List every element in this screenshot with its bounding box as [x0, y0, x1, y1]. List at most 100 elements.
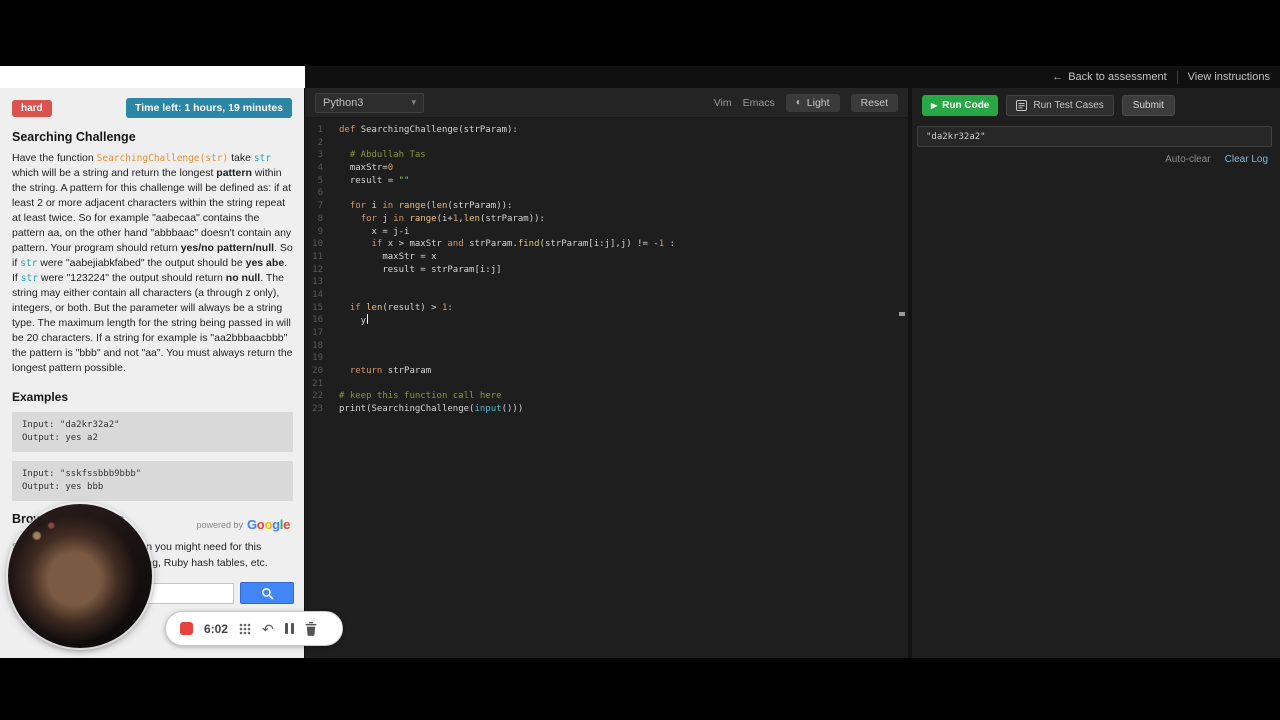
line-number: 6 [317, 188, 323, 199]
code-line-17[interactable]: 17 [305, 327, 896, 340]
line-number: 4 [317, 163, 323, 174]
code-line-18[interactable]: 18 [305, 340, 896, 353]
light-theme-label: Light [806, 96, 830, 109]
code-line-11[interactable]: 11 maxStr = x [305, 251, 896, 264]
pause-recording-button[interactable] [284, 623, 294, 634]
line-number: 21 [312, 378, 323, 389]
view-instructions-link[interactable]: View instructions [1188, 71, 1270, 83]
code-line-21[interactable]: 21 [305, 378, 896, 391]
line-number: 23 [312, 404, 323, 415]
vim-mode-button[interactable]: Vim [714, 97, 732, 109]
example-2-output: Output: yes bbb [22, 482, 104, 492]
challenge-title: Searching Challenge [12, 130, 136, 144]
delete-recording-button[interactable] [305, 621, 317, 636]
code-line-1[interactable]: 1 def SearchingChallenge(strParam): [305, 124, 896, 137]
line-number: 5 [317, 175, 323, 186]
code-line-13[interactable]: 13 [305, 276, 896, 289]
stop-recording-button[interactable] [180, 622, 193, 635]
code-line-12[interactable]: 12 result = strParam[i:j] [305, 264, 896, 277]
powered-by-label: powered by [196, 520, 243, 530]
code-line-9[interactable]: 9 x = j-i [305, 226, 896, 239]
run-test-cases-button[interactable]: Run Test Cases [1006, 95, 1114, 116]
console-output: "da2kr32a2" [917, 126, 1272, 147]
code-line-2[interactable]: 2 [305, 137, 896, 150]
code-line-6[interactable]: 6 [305, 187, 896, 200]
code-line-19[interactable]: 19 [305, 352, 896, 365]
submit-button[interactable]: Submit [1121, 95, 1175, 116]
console-panel: ▶ Run Code Run Test Cases Submit "da2kr3… [912, 88, 1280, 658]
code-line-16[interactable]: 16 y [305, 314, 896, 327]
line-number: 17 [312, 328, 323, 338]
text-cursor [367, 314, 369, 325]
example-1-output: Output: yes a2 [22, 433, 98, 443]
theme-icon: ◐ [795, 97, 802, 108]
code-line-10[interactable]: 10 if x > maxStr and strParam.find(strPa… [305, 238, 896, 251]
trash-icon [305, 621, 317, 636]
run-code-button[interactable]: ▶ Run Code [922, 95, 999, 116]
code-area[interactable]: 1 def SearchingChallenge(strParam): 2 3 # A… [305, 124, 896, 416]
undo-icon[interactable]: ↶ [262, 622, 274, 636]
code-line-20[interactable]: 20 return strParam [305, 365, 896, 378]
clear-log-link[interactable]: Clear Log [1225, 154, 1268, 165]
light-theme-button[interactable]: ◐ Light [785, 93, 840, 112]
challenge-description: Have the function SearchingChallenge(str… [12, 152, 293, 374]
editor-toolbar: Python3 ▾ Vim Emacs ◐ Light Reset [305, 88, 908, 118]
line-number: 15 [312, 302, 323, 313]
back-arrow-icon: ← [1052, 71, 1064, 83]
badges-row: hard Time left: 1 hours, 19 minutes [12, 98, 292, 118]
editor-toolbar-right: Vim Emacs ◐ Light Reset [714, 93, 898, 112]
code-line-8[interactable]: 8 for j in range(i+1,len(strParam)): [305, 213, 896, 226]
language-select-value: Python3 [323, 96, 364, 109]
header-links: ← Back to assessment View instructions [1052, 66, 1270, 88]
example-2-input: Input: "sskfssbbb9bbb" [22, 469, 142, 479]
reset-button[interactable]: Reset [850, 93, 898, 112]
grid-menu-icon[interactable] [239, 623, 251, 635]
line-number: 18 [312, 340, 323, 351]
line-number: 19 [312, 353, 323, 364]
recording-time: 6:02 [204, 621, 229, 636]
time-left-badge: Time left: 1 hours, 19 minutes [125, 98, 292, 118]
chevron-down-icon: ▾ [411, 97, 416, 107]
code-line-15[interactable]: 15 if len(result) > 1: [305, 302, 896, 315]
code-line-3[interactable]: 3 # Abdullah Tas [305, 149, 896, 162]
webcam-preview[interactable] [8, 504, 152, 648]
header-left-spacer [0, 66, 305, 88]
auto-clear-toggle[interactable]: Auto-clear [1165, 154, 1211, 165]
top-black-bar [0, 0, 1280, 66]
header-divider [1176, 70, 1178, 84]
powered-by-google: powered by Google [196, 516, 290, 534]
line-number: 14 [312, 289, 323, 300]
run-test-cases-label: Run Test Cases [1033, 100, 1104, 111]
code-line-7[interactable]: 7 for i in range(len(strParam)): [305, 200, 896, 213]
code-line-14[interactable]: 14 [305, 289, 896, 302]
example-1: Input: "da2kr32a2" Output: yes a2 [12, 412, 293, 452]
example-2: Input: "sskfssbbb9bbb" Output: yes bbb [12, 461, 293, 501]
line-number: 1 [317, 125, 323, 135]
search-icon [261, 587, 274, 600]
line-number: 8 [317, 213, 323, 224]
code-editor[interactable]: Python3 ▾ Vim Emacs ◐ Light Reset 1 def S… [305, 88, 908, 658]
line-number: 3 [317, 150, 323, 161]
back-to-assessment-label: Back to assessment [1068, 71, 1167, 83]
back-to-assessment-link[interactable]: ← Back to assessment [1052, 71, 1166, 83]
play-icon: ▶ [931, 101, 938, 110]
scrollbar-thumb[interactable] [899, 312, 905, 316]
line-number: 10 [312, 239, 323, 250]
bottom-black-bar [0, 658, 1280, 720]
resource-search-button[interactable] [240, 582, 294, 604]
code-line-5[interactable]: 5 result = "" [305, 175, 896, 188]
language-select[interactable]: Python3 ▾ [315, 92, 424, 113]
header-bar: ← Back to assessment View instructions [0, 66, 1280, 88]
code-line-22[interactable]: 22 # keep this function call here [305, 390, 896, 403]
line-number: 20 [312, 366, 323, 377]
emacs-mode-button[interactable]: Emacs [743, 97, 775, 109]
difficulty-badge: hard [12, 99, 52, 117]
line-number: 12 [312, 264, 323, 275]
examples-heading: Examples [12, 390, 69, 404]
code-line-23[interactable]: 23 print(SearchingChallenge(input())) [305, 403, 896, 416]
google-logo: Google [246, 517, 290, 532]
example-1-input: Input: "da2kr32a2" [22, 420, 120, 430]
code-line-4[interactable]: 4 maxStr=0 [305, 162, 896, 175]
run-code-label: Run Code [942, 100, 990, 111]
line-number: 9 [317, 226, 323, 237]
